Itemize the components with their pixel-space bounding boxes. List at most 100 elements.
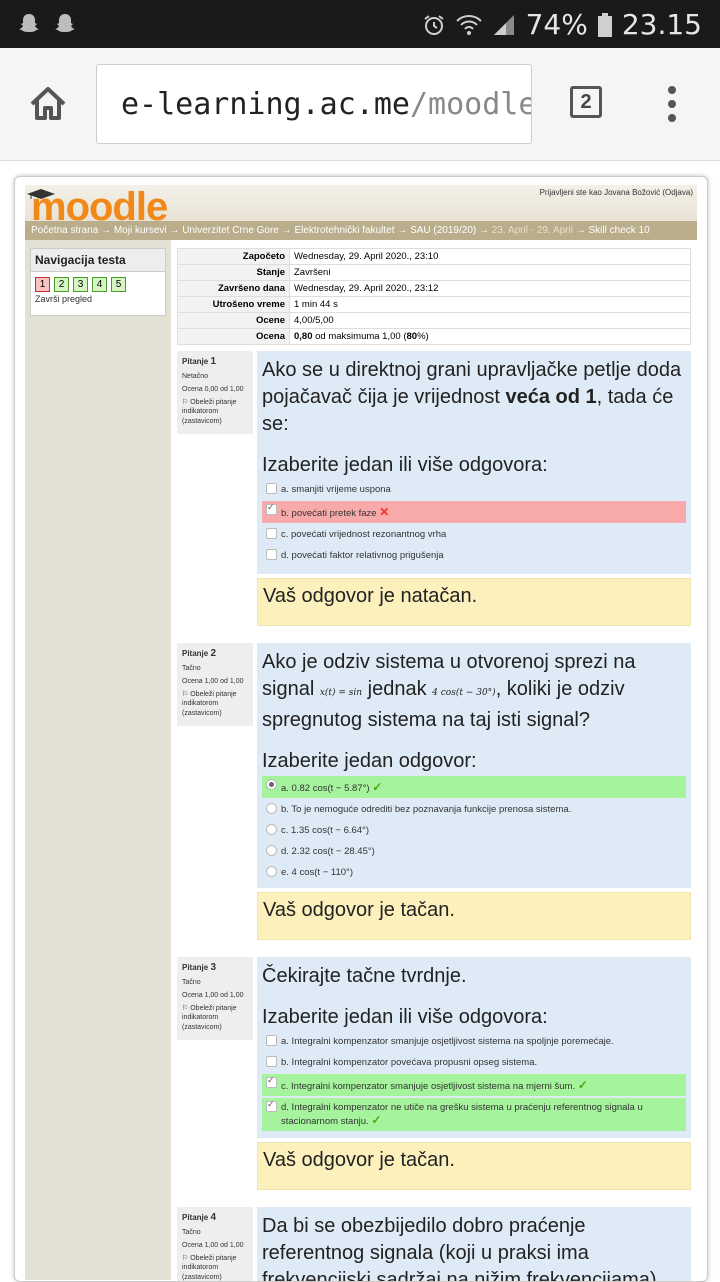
- question-box: Čekirajte tačne tvrdnje. Izaberite jedan…: [257, 957, 691, 1138]
- checkbox[interactable]: [266, 1099, 277, 1112]
- table-row: Ocene 4,00/5,00: [177, 312, 691, 329]
- answer-option[interactable]: b. To je nemoguće odrediti bez poznavanj…: [262, 800, 686, 819]
- question-state: Tačno: [182, 979, 201, 986]
- table-row: Započeto Wednesday, 29. April 2020., 23:1…: [177, 248, 691, 265]
- answer-option[interactable]: d. Integralni kompenzator ne utiče na gr…: [262, 1098, 686, 1131]
- checkbox[interactable]: [266, 549, 277, 560]
- answer-option[interactable]: b. Integralni kompenzator povećava propu…: [262, 1053, 686, 1072]
- status-right: 74% 23.15: [422, 8, 702, 41]
- graduation-cap-icon: [27, 189, 55, 199]
- question-state: Tačno: [182, 1229, 201, 1236]
- question-info: Pitanje 4 Tačno Ocena 1,00 od 1,00 ⚐ Obe…: [177, 1207, 253, 1281]
- answer-option[interactable]: d. 2.32 cos(t − 28.45°): [262, 842, 686, 861]
- question-grade: Ocena 0,00 od 1,00: [182, 385, 244, 393]
- question-state: Tačno: [182, 665, 201, 672]
- question-box: Ako se u direktnoj grani upravljačke pet…: [257, 351, 691, 574]
- breadcrumb-item[interactable]: Elektrotehnički fakultet: [294, 225, 394, 236]
- quiz-navigation-block: Navigacija testa 1 2 3 4 5 Završi pregle…: [30, 248, 166, 316]
- login-info[interactable]: Prijavljeni ste kao Jovana Božović (Odja…: [540, 188, 693, 197]
- table-row: Ocena 0,80 od maksimuma 1,00 (80%): [177, 328, 691, 345]
- block-title: Navigacija testa: [31, 249, 165, 272]
- question-info: Pitanje 3 Tačno Ocena 1,00 od 1,00 ⚐ Obe…: [177, 957, 253, 1040]
- clock: 23.15: [621, 8, 702, 41]
- radio-button[interactable]: [266, 779, 277, 790]
- answer-option[interactable]: a. smanjiti vrijeme uspona: [262, 480, 686, 499]
- attempt-summary-table: Započeto Wednesday, 29. April 2020., 23:1…: [177, 248, 691, 345]
- radio-button[interactable]: [266, 866, 277, 877]
- alarm-icon: [423, 14, 444, 35]
- quiz-nav-button[interactable]: 2: [54, 277, 69, 292]
- url-text: e-learning.ac.me/moodle/mod: [121, 87, 531, 122]
- question-info: Pitanje 1 Netačno Ocena 0,00 od 1,00 ⚐ O…: [177, 351, 253, 434]
- flag-icon: ⚐: [182, 398, 189, 406]
- main-content: Započeto Wednesday, 29. April 2020., 23:1…: [175, 240, 697, 1282]
- feedback-box: Vaš odgovor je tačan.: [257, 892, 691, 940]
- quiz-nav-button[interactable]: 5: [111, 277, 126, 292]
- checkbox[interactable]: [266, 1035, 277, 1046]
- battery-icon: [597, 12, 612, 37]
- table-row: Završeno dana Wednesday, 29. April 2020.,…: [177, 280, 691, 297]
- breadcrumb-item[interactable]: Početna strana: [31, 225, 98, 236]
- checkbox[interactable]: [266, 1056, 277, 1067]
- finish-review-link[interactable]: Završi pregled: [31, 294, 165, 304]
- checkbox[interactable]: [266, 502, 277, 515]
- wifi-icon: [455, 14, 482, 35]
- breadcrumb-item[interactable]: Skill check 10: [589, 225, 650, 236]
- answer-option[interactable]: d. povećati faktor relativnog prigušenja: [262, 546, 686, 565]
- breadcrumb-item[interactable]: Univerzitet Crne Gore: [182, 225, 279, 236]
- answer-prompt: Izaberite jedan odgovor:: [262, 750, 477, 772]
- status-bar: 74% 23.15: [0, 0, 720, 48]
- feedback-box: Vaš odgovor je tačan.: [257, 1142, 691, 1190]
- answer-option[interactable]: c. 1.35 cos(t − 6.64°): [262, 821, 686, 840]
- flag-question[interactable]: ⚐ Obeleži pitanje indikatorom (zastavico…: [182, 398, 248, 427]
- question-grade: Ocena 1,00 od 1,00: [182, 991, 244, 999]
- correct-check-icon: ✓: [577, 1078, 588, 1092]
- flag-icon: ⚐: [182, 1004, 189, 1012]
- table-row: Stanje Završeni: [177, 264, 691, 281]
- table-row: Utrošeno vreme 1 min 44 s: [177, 296, 691, 313]
- flag-icon: ⚐: [182, 1254, 189, 1262]
- snapchat-icon: [19, 14, 39, 32]
- breadcrumb-item[interactable]: SAU (2019/20): [410, 225, 476, 236]
- quiz-nav-button[interactable]: 3: [73, 277, 88, 292]
- answer-prompt: Izaberite jedan ili više odgovora:: [262, 1006, 548, 1028]
- signal-icon: [493, 14, 514, 35]
- question-text: Ako se u direktnoj grani upravljačke pet…: [262, 359, 682, 435]
- radio-button[interactable]: [266, 845, 277, 856]
- answer-option[interactable]: b. povećati pretek faze ✕: [262, 501, 686, 523]
- battery-percent: 74%: [525, 8, 588, 41]
- answer-option[interactable]: e. 4 cos(t − 110°): [262, 863, 686, 882]
- tab-switcher-button[interactable]: 2: [570, 86, 602, 118]
- flag-question[interactable]: ⚐ Obeleži pitanje indikatorom (zastavico…: [182, 1004, 248, 1033]
- breadcrumb: Početna strana → Moji kursevi → Univerzi…: [25, 221, 697, 240]
- incorrect-icon: ✕: [379, 505, 390, 519]
- breadcrumb-item[interactable]: 23. April - 29. April: [492, 225, 573, 236]
- address-bar[interactable]: e-learning.ac.me/moodle/mod: [96, 64, 532, 144]
- checkbox[interactable]: [266, 1075, 277, 1088]
- flag-question[interactable]: ⚐ Obeleži pitanje indikatorom (zastavico…: [182, 690, 248, 719]
- checkbox[interactable]: [266, 483, 277, 494]
- question-text: Čekirajte tačne tvrdnje.: [262, 965, 467, 987]
- flag-question[interactable]: ⚐ Obeleži pitanje indikatorom (zastavico…: [182, 1254, 248, 1281]
- home-icon[interactable]: [26, 82, 70, 126]
- answer-option[interactable]: a. Integralni kompenzator smanjuje osjet…: [262, 1032, 686, 1051]
- answer-prompt: Izaberite jedan ili više odgovora:: [262, 454, 548, 476]
- question-box: Ako je odziv sistema u otvorenoj sprezi …: [257, 643, 691, 888]
- answer-option[interactable]: c. povećati vrijednost rezonantnog vrha: [262, 525, 686, 544]
- question-box: Da bi se obezbijedilo dobro praćenje ref…: [257, 1207, 691, 1282]
- left-column: Navigacija testa 1 2 3 4 5 Završi pregle…: [25, 240, 171, 1280]
- radio-button[interactable]: [266, 803, 277, 814]
- answer-option[interactable]: c. Integralni kompenzator smanjuje osjet…: [262, 1074, 686, 1096]
- checkbox[interactable]: [266, 528, 277, 539]
- webpage: moodle Prijavljeni ste kao Jovana Božovi…: [14, 176, 708, 1282]
- answer-option[interactable]: a. 0.82 cos(t − 5.87°) ✓: [262, 776, 686, 798]
- question-text: Da bi se obezbijedilo dobro praćenje ref…: [262, 1215, 657, 1282]
- quiz-nav-button[interactable]: 1: [35, 277, 50, 292]
- flag-icon: ⚐: [182, 690, 189, 698]
- feedback-box: Vaš odgovor je natačan.: [257, 578, 691, 626]
- radio-button[interactable]: [266, 824, 277, 835]
- quiz-nav-button[interactable]: 4: [92, 277, 107, 292]
- overflow-menu-icon[interactable]: [668, 86, 680, 124]
- question-grade: Ocena 1,00 od 1,00: [182, 1241, 244, 1249]
- breadcrumb-item[interactable]: Moji kursevi: [114, 225, 167, 236]
